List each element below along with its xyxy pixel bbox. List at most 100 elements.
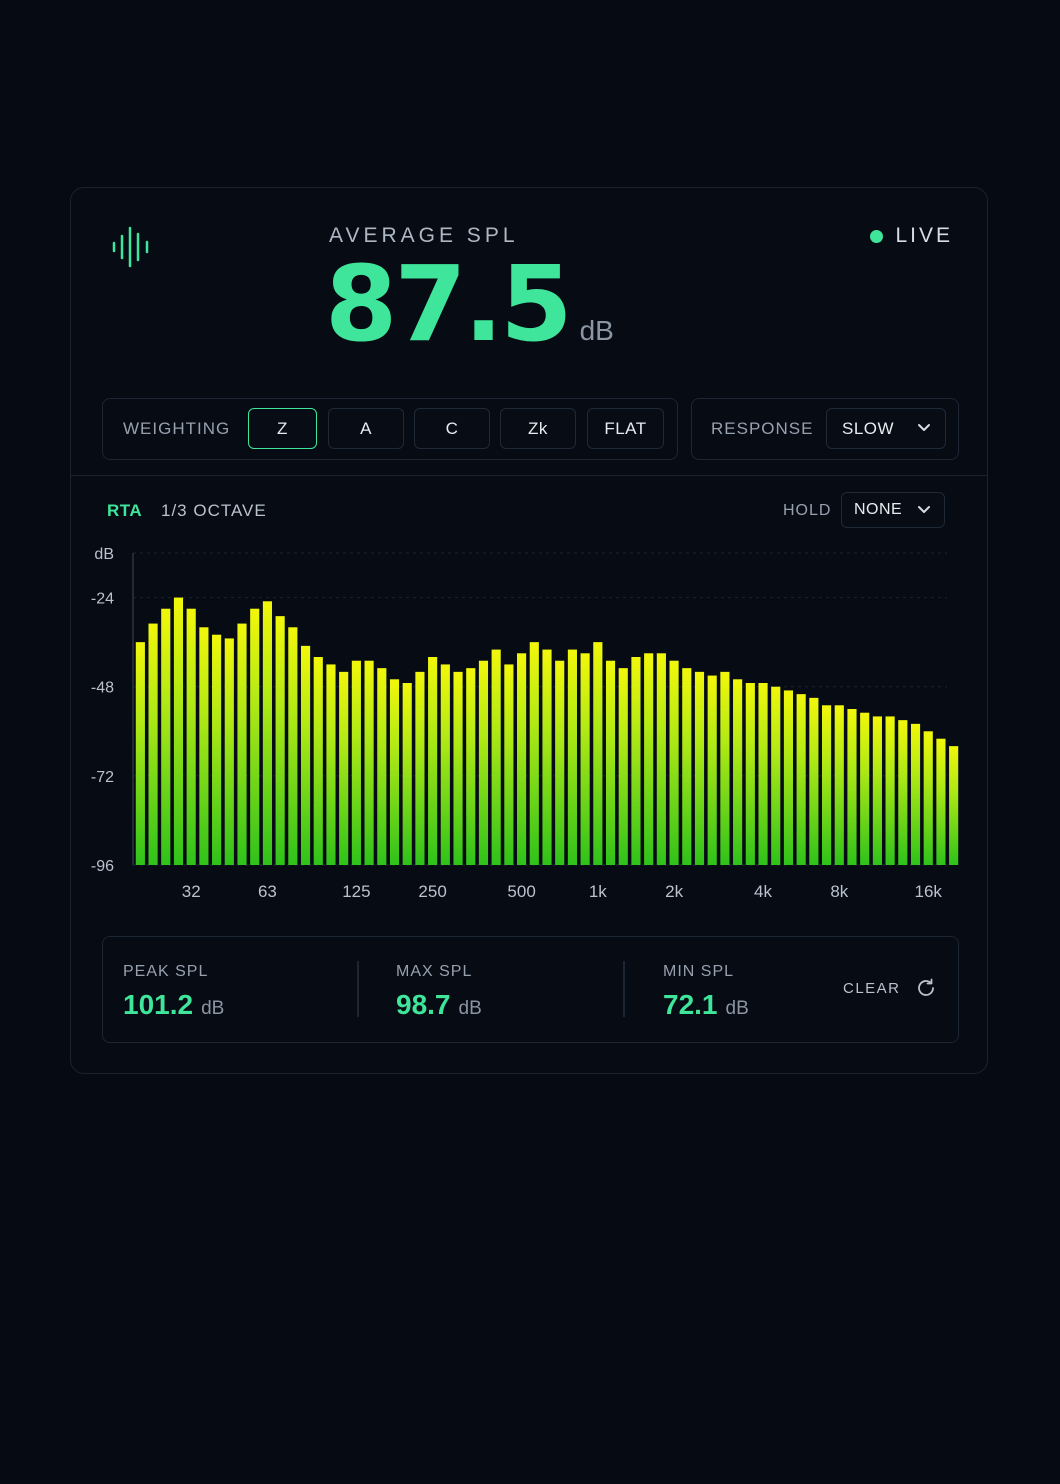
- x-tick-label: 125: [342, 882, 370, 901]
- live-dot-icon: [870, 229, 884, 243]
- y-tick-label: -96: [91, 858, 114, 875]
- rta-bar: [517, 653, 527, 865]
- rta-bar: [631, 657, 641, 865]
- live-indicator: LIVE: [870, 224, 953, 248]
- rta-subtitle: 1/3 OCTAVE: [161, 501, 267, 520]
- rta-bar: [402, 683, 412, 865]
- max-spl-label: MAX SPL: [396, 963, 473, 980]
- y-tick-label: -72: [91, 769, 114, 786]
- x-tick-label: 4k: [754, 882, 772, 901]
- weighting-zk-button[interactable]: Zk: [500, 408, 576, 449]
- rta-bar: [135, 642, 145, 865]
- divider: [357, 961, 359, 1017]
- rta-bar: [440, 664, 450, 865]
- rta-bar: [491, 649, 501, 865]
- rta-bar: [161, 608, 171, 865]
- rta-bar: [872, 716, 882, 865]
- hold-label: HOLD: [783, 502, 832, 519]
- rta-bar: [313, 657, 323, 865]
- rta-bar: [250, 608, 260, 865]
- rta-bar: [555, 660, 565, 865]
- spl-readout-section: AVERAGE SPL 87.5 dB LIVE WEIGHTING Z A C…: [71, 188, 987, 476]
- rta-bar: [224, 638, 234, 865]
- response-label: RESPONSE: [711, 419, 814, 438]
- rta-bar: [898, 720, 908, 865]
- peak-spl-label: PEAK SPL: [123, 963, 209, 980]
- hold-select[interactable]: NONE: [841, 492, 945, 528]
- hold-select-value: NONE: [854, 501, 903, 518]
- response-control: RESPONSE SLOW: [691, 398, 959, 460]
- rta-bar: [377, 668, 387, 865]
- rta-bar: [720, 671, 730, 865]
- min-spl-unit: dB: [725, 998, 749, 1019]
- rta-bar: [707, 675, 717, 865]
- rta-bar: [733, 679, 743, 865]
- rta-bar: [339, 671, 349, 865]
- x-tick-label: 500: [507, 882, 535, 901]
- rta-bar: [669, 660, 679, 865]
- rta-spectrum-chart: dB -24 -48 -72 -96 32 63 125 250 500 1k 2k 4k 8k 16k: [91, 546, 959, 901]
- max-spl-readout: 98.7 dB: [396, 989, 482, 1021]
- weighting-label: WEIGHTING: [123, 419, 231, 438]
- weighting-z-button[interactable]: Z: [248, 408, 317, 449]
- x-tick-label: 1k: [589, 882, 607, 901]
- live-label: LIVE: [895, 224, 953, 247]
- rta-bar: [300, 645, 311, 865]
- rta-title: RTA: [107, 501, 143, 520]
- x-tick-label: 250: [418, 882, 446, 901]
- average-spl-readout: 87.5 dB: [325, 252, 614, 356]
- weighting-a-button[interactable]: A: [328, 408, 404, 449]
- peak-spl-readout: 101.2 dB: [123, 989, 224, 1021]
- rta-bar: [694, 671, 705, 865]
- rta-bar: [326, 664, 336, 865]
- rta-bar: [148, 623, 158, 865]
- rta-bar: [910, 723, 921, 865]
- y-tick-label: -48: [91, 680, 114, 697]
- rta-bar: [199, 627, 209, 865]
- y-tick-label: -24: [91, 591, 114, 608]
- average-spl-unit: dB: [579, 315, 614, 346]
- rta-bar: [504, 664, 514, 865]
- x-tick-label: 32: [182, 882, 201, 901]
- rta-bar: [605, 660, 616, 865]
- rta-bar: [949, 746, 959, 865]
- rta-bar: [682, 668, 692, 865]
- rta-bar: [923, 731, 933, 865]
- rta-bar: [771, 686, 781, 865]
- rta-bar: [288, 627, 298, 865]
- x-tick-label: 63: [258, 882, 277, 901]
- min-spl-label: MIN SPL: [663, 963, 735, 980]
- min-spl-value: 72.1: [663, 989, 718, 1020]
- rta-bar: [936, 738, 946, 865]
- rta-bar: [275, 616, 285, 865]
- waveform-icon: [112, 226, 149, 268]
- rta-bar: [453, 671, 463, 865]
- min-spl-readout: 72.1 dB: [663, 989, 749, 1021]
- spl-stats-panel: PEAK SPL 101.2 dB MAX SPL 98.7 dB MIN SP…: [102, 936, 959, 1043]
- rta-bar: [860, 712, 870, 865]
- rta-bar: [428, 657, 438, 865]
- peak-spl-value: 101.2: [123, 989, 194, 1020]
- weighting-flat-button[interactable]: FLAT: [587, 408, 664, 449]
- clear-button[interactable]: CLEAR: [843, 977, 937, 999]
- rta-bar: [796, 694, 806, 865]
- response-select-value: SLOW: [842, 418, 895, 438]
- x-tick-label: 16k: [914, 882, 942, 901]
- rta-bar: [212, 634, 222, 865]
- chevron-down-icon: [918, 506, 930, 513]
- rta-bar: [821, 705, 832, 865]
- y-axis-unit-label: dB: [94, 546, 114, 563]
- rta-bar: [656, 653, 666, 865]
- max-spl-value: 98.7: [396, 989, 451, 1020]
- rta-bar: [593, 642, 603, 865]
- peak-spl-unit: dB: [201, 998, 225, 1019]
- response-select[interactable]: SLOW: [826, 408, 946, 449]
- rta-bar: [466, 668, 476, 865]
- weighting-c-button[interactable]: C: [414, 408, 490, 449]
- rta-bar: [415, 671, 425, 865]
- rta-bar: [644, 653, 654, 865]
- rta-bar: [618, 668, 628, 865]
- rta-bar: [758, 683, 768, 865]
- x-tick-label: 2k: [665, 882, 683, 901]
- chevron-down-icon: [918, 424, 930, 431]
